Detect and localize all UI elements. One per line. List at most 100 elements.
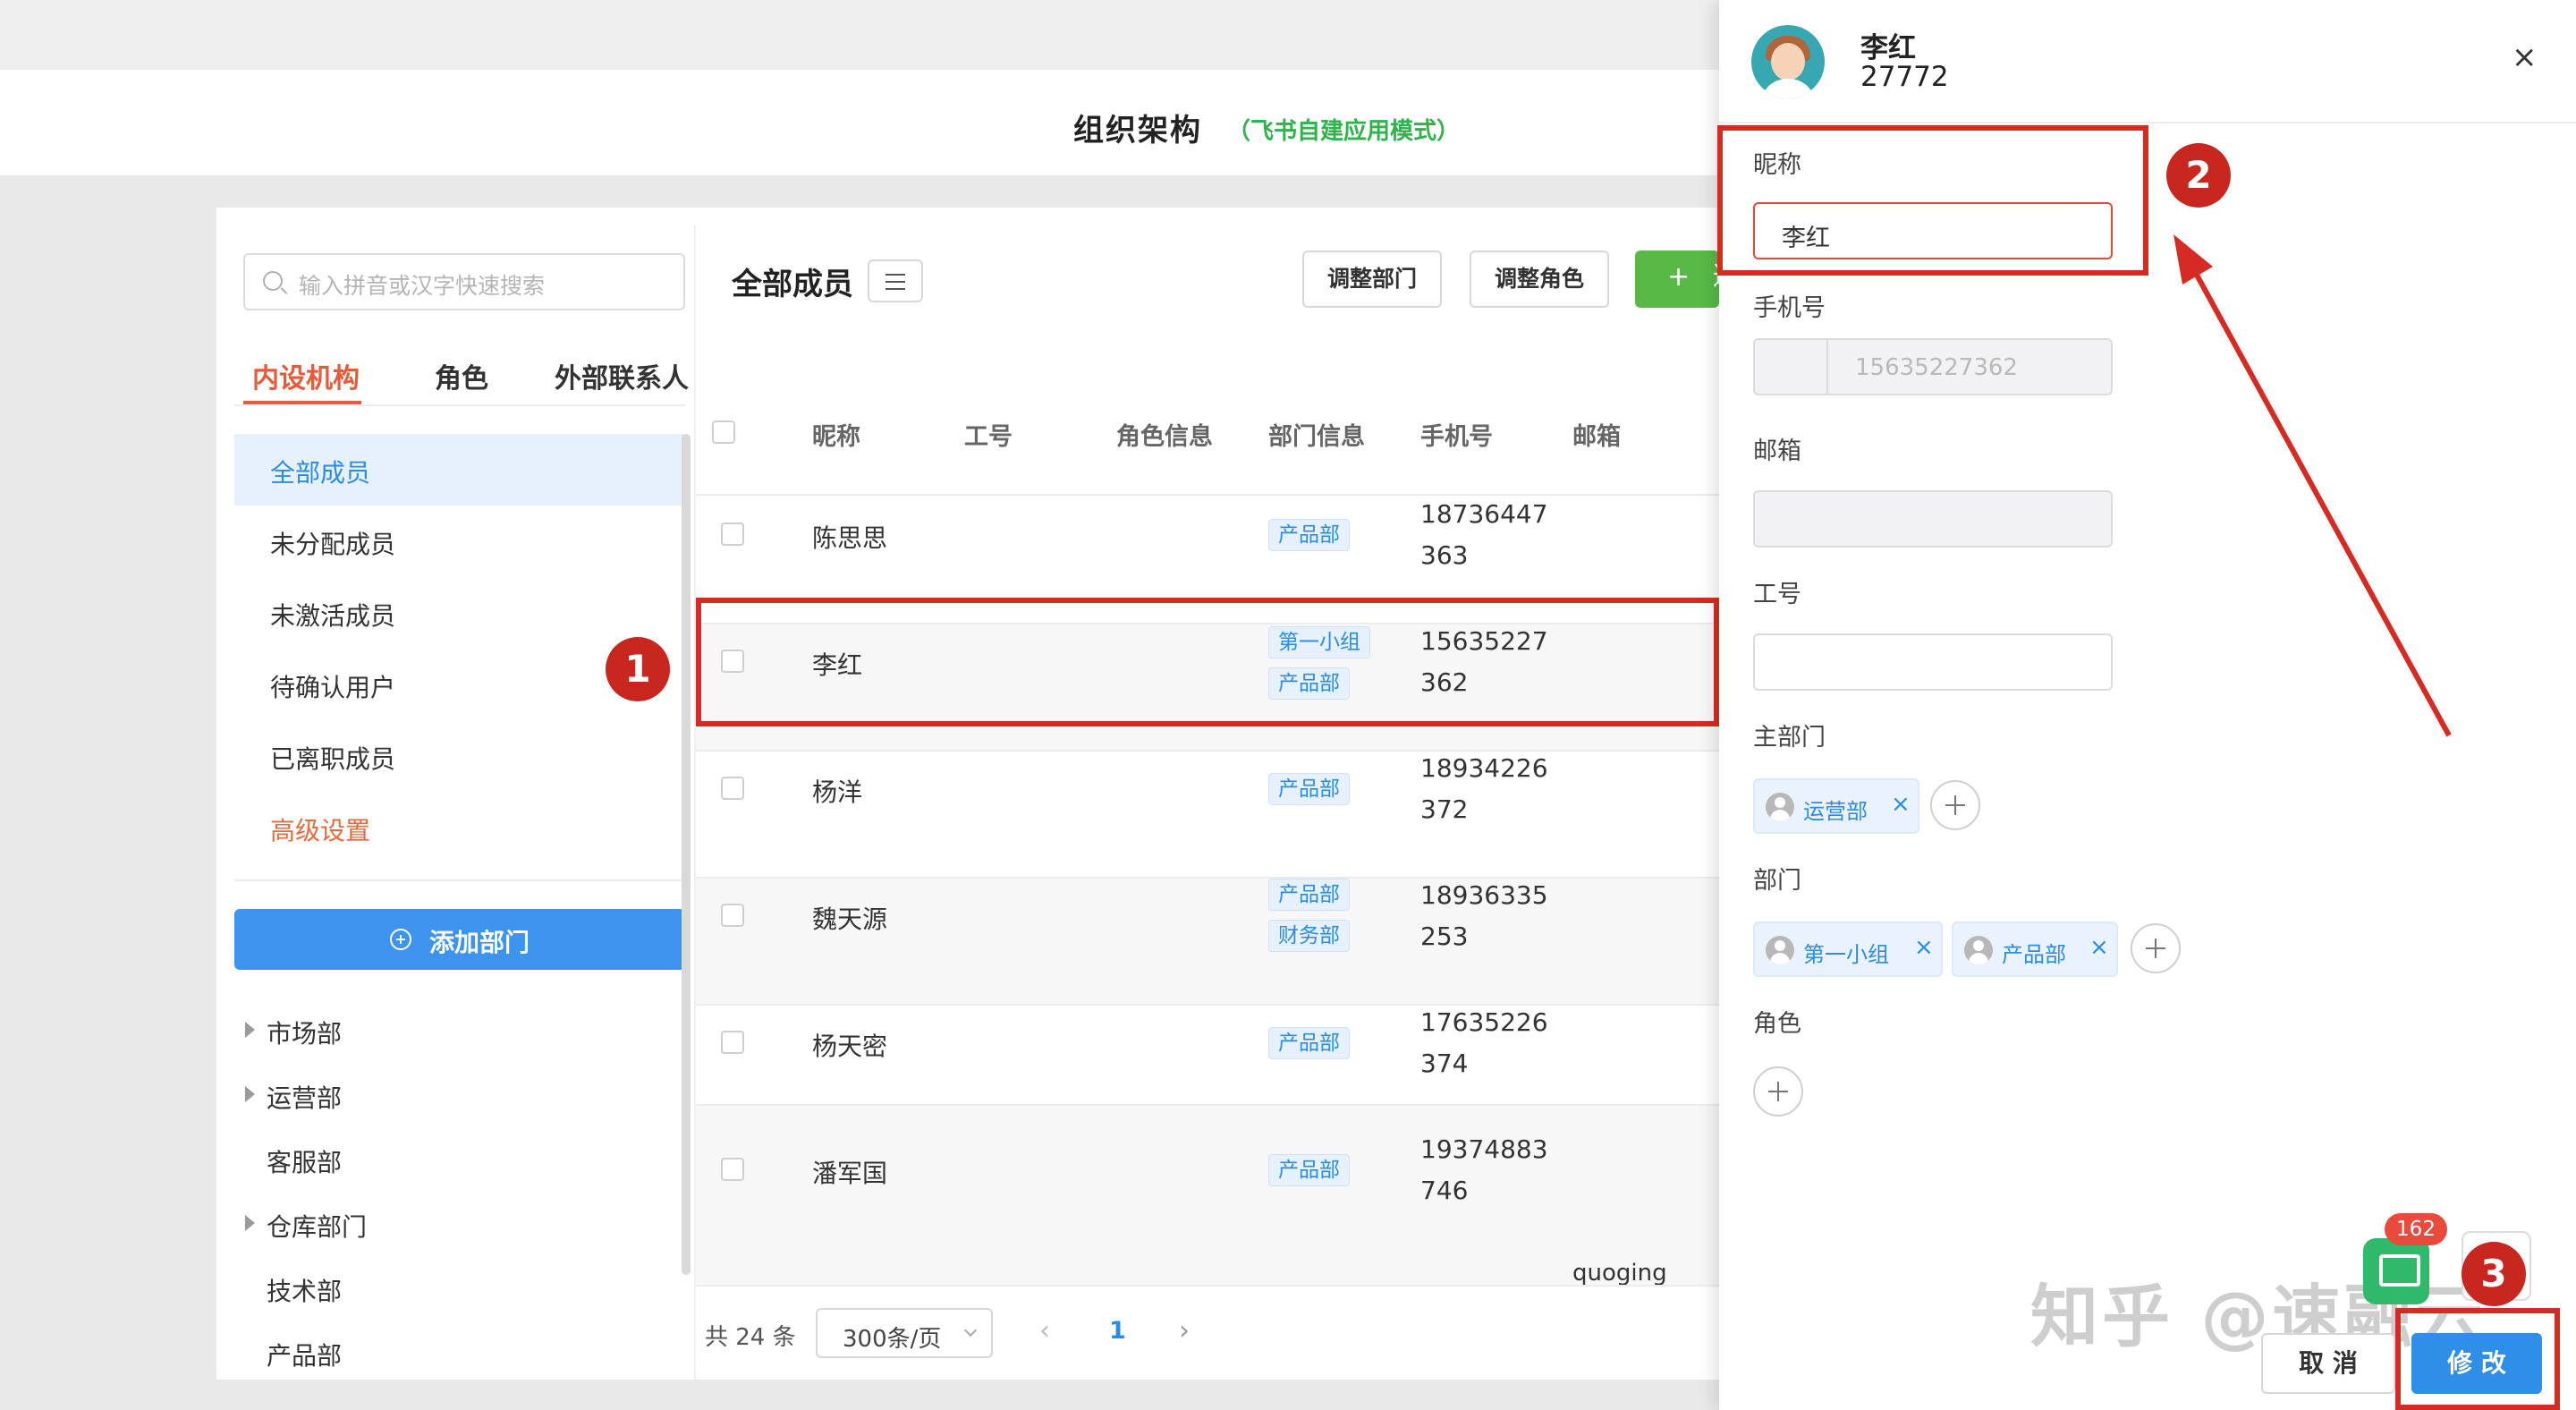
remove-icon[interactable]: ×: [1891, 791, 1911, 818]
notification-count-badge: 162: [2385, 1213, 2447, 1245]
row-email-partial: quoging: [1572, 1260, 1667, 1287]
tab-external-contacts[interactable]: 外部联系人: [555, 356, 689, 395]
filter-line: [886, 274, 905, 276]
chip-label: 运营部: [1803, 799, 1868, 824]
adjust-department-button[interactable]: 调整部门: [1302, 251, 1442, 308]
dept-label: 仓库部门: [267, 1212, 368, 1242]
search-input[interactable]: 输入拼音或汉字快速搜索: [243, 253, 685, 310]
tab-internal-org[interactable]: 内设机构: [252, 356, 360, 395]
row-phone: 18736447363: [1420, 499, 1548, 570]
nav-resigned-members[interactable]: 已离职成员: [234, 720, 685, 792]
dept-item-warehouse[interactable]: 仓库部门: [245, 1208, 368, 1244]
nav-label: 未分配成员: [270, 530, 396, 559]
job-no-input[interactable]: [1753, 633, 2113, 691]
role-label: 角色: [1753, 1010, 1801, 1038]
phone-prefix: [1755, 340, 1828, 394]
row-nickname: 杨洋: [812, 777, 863, 807]
add-department-button[interactable]: 添加部门: [234, 909, 685, 970]
current-page[interactable]: 1: [1109, 1317, 1126, 1345]
chip-label: 产品部: [2002, 942, 2066, 967]
add-dept-button[interactable]: [2131, 923, 2181, 973]
table-bottom-border: [696, 1285, 1719, 1287]
prev-page-button[interactable]: ‹: [1039, 1315, 1050, 1346]
row-checkbox[interactable]: [721, 1158, 744, 1181]
select-all-checkbox[interactable]: [712, 420, 735, 444]
dept-chip: 第一小组 ×: [1753, 922, 1943, 977]
row-phone: 18936335253: [1420, 880, 1548, 951]
nav-label: 未激活成员: [270, 601, 396, 631]
caret-right-icon[interactable]: [245, 1215, 255, 1231]
add-department-label: 添加部门: [429, 928, 530, 957]
tab-roles[interactable]: 角色: [435, 356, 488, 395]
table-row[interactable]: [696, 879, 1719, 1006]
total-count: 共 24 条: [705, 1324, 796, 1351]
chat-app-icon[interactable]: [2363, 1238, 2429, 1304]
table-row[interactable]: [696, 752, 1719, 879]
nav-label: 已离职成员: [270, 744, 396, 774]
dept-label: 技术部: [267, 1277, 343, 1306]
nav-all-members[interactable]: 全部成员: [234, 434, 685, 505]
plus-circle-icon: [390, 929, 411, 950]
caret-right-icon[interactable]: [245, 1086, 255, 1102]
phone-input: 15635227362: [1753, 338, 2113, 395]
dept-item-market[interactable]: 市场部: [245, 1015, 343, 1050]
add-role-button[interactable]: [1753, 1066, 1803, 1117]
page-size-select[interactable]: 300条/页: [816, 1308, 993, 1358]
main-dept-chip: 运营部 ×: [1753, 778, 1919, 834]
filter-settings-icon[interactable]: [868, 259, 923, 302]
invite-member-button[interactable]: + 邀: [1635, 251, 1719, 308]
dept-label: 市场部: [267, 1019, 343, 1049]
nav-divider: [234, 879, 685, 881]
job-no-label: 工号: [1753, 581, 1801, 608]
page-size-value: 300条/页: [843, 1326, 942, 1353]
table-row-partial[interactable]: [696, 1231, 1719, 1285]
dept-item-product[interactable]: 产品部: [267, 1337, 342, 1372]
filter-line: [886, 281, 905, 283]
dept-item-operations[interactable]: 运营部: [245, 1079, 343, 1115]
plus-icon: +: [1667, 261, 1690, 293]
phone-label: 手机号: [1753, 294, 1826, 322]
col-job-no: 工号: [964, 423, 1013, 451]
dept-label: 运营部: [267, 1083, 343, 1113]
avatar: [1751, 25, 1825, 98]
row-checkbox[interactable]: [721, 904, 744, 927]
dept-label: 客服部: [267, 1148, 343, 1177]
nav-advanced-settings[interactable]: 高级设置: [234, 792, 685, 863]
nav-inactive-members[interactable]: 未激活成员: [234, 577, 685, 649]
page-title: 组织架构: [1073, 113, 1202, 149]
avatar-body: [1760, 79, 1816, 98]
nav-label: 全部成员: [270, 458, 371, 488]
user-avatar-icon: [1766, 936, 1794, 964]
dept-item-tech[interactable]: 技术部: [267, 1272, 342, 1308]
user-avatar-icon: [1766, 793, 1794, 821]
filter-line: [886, 288, 905, 290]
tab-divider: [234, 404, 685, 406]
cancel-button[interactable]: 取 消: [2261, 1333, 2395, 1394]
chevron-down-icon: [963, 1323, 978, 1338]
col-dept-info: 部门信息: [1268, 423, 1365, 451]
dept-item-service[interactable]: 客服部: [267, 1143, 342, 1179]
row-phone: 19374883746: [1420, 1134, 1548, 1205]
page-subtitle: （飞书自建应用模式）: [1227, 118, 1461, 145]
dept-tag: 产品部: [1268, 879, 1350, 911]
row-checkbox[interactable]: [721, 1031, 744, 1054]
add-main-dept-button[interactable]: [1930, 780, 1980, 830]
col-role-info: 角色信息: [1116, 423, 1213, 451]
nav-unassigned-members[interactable]: 未分配成员: [234, 505, 685, 577]
left-scrollbar[interactable]: [682, 434, 691, 1275]
close-icon[interactable]: ×: [2512, 39, 2538, 75]
drawer-user-name: 李红: [1860, 32, 1916, 64]
step-badge-1: 1: [606, 637, 670, 701]
caret-right-icon[interactable]: [245, 1022, 255, 1038]
main-dept-label: 主部门: [1753, 724, 1826, 752]
drawer-user-id: 27772: [1860, 61, 1949, 93]
row-checkbox[interactable]: [721, 777, 744, 800]
remove-icon[interactable]: ×: [2089, 934, 2109, 961]
row-nickname: 潘军国: [812, 1159, 888, 1188]
row-checkbox[interactable]: [721, 522, 744, 546]
email-input[interactable]: [1753, 490, 2113, 548]
remove-icon[interactable]: ×: [1914, 934, 1934, 961]
adjust-role-button[interactable]: 调整角色: [1470, 251, 1609, 308]
next-page-button[interactable]: ›: [1179, 1315, 1190, 1346]
row-phone: 18934226372: [1420, 753, 1548, 824]
